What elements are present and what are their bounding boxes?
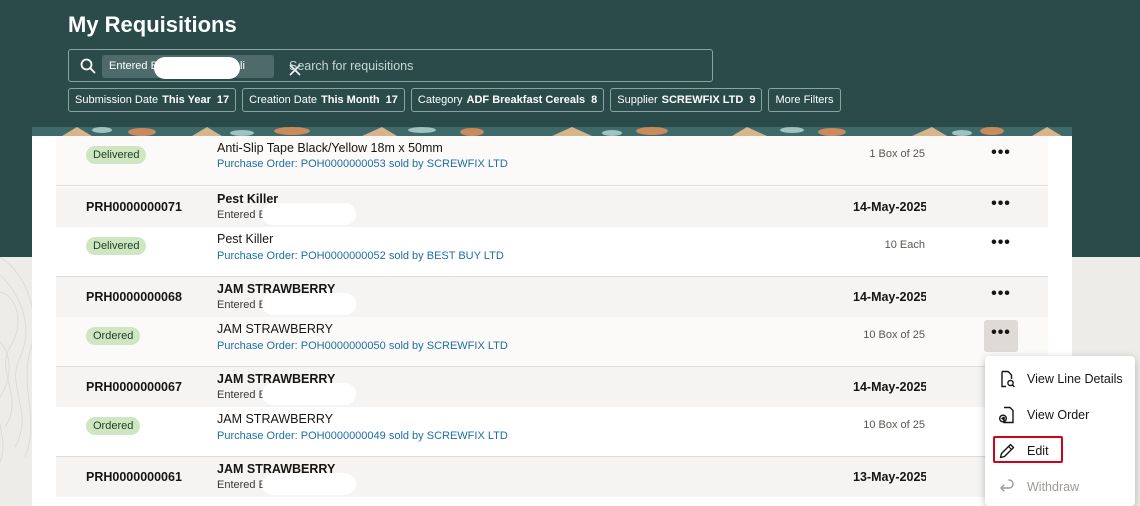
requisition-header-row[interactable]: PRH0000000067 JAM STRAWBERRY Entered B 1… [56,367,1048,407]
search-keyword-chip[interactable]: Entered B li [102,55,301,79]
line-item-title: Pest Killer [217,232,274,246]
filter-value: This Year [162,94,211,106]
more-icon: ••• [991,324,1011,341]
requisition-date: 13-May-2025 [853,470,926,484]
line-quantity: 10 Box of 25 [863,329,925,341]
redaction-mark [154,57,240,79]
requisition-date: 14-May-2025 [853,290,926,304]
row-actions-menu: View Line Details View Order Edit Withdr… [985,356,1135,506]
requisition-number[interactable]: PRH0000000071 [86,200,182,214]
requisition-date: 14-May-2025 [853,200,926,214]
filter-creation-date[interactable]: Creation Date This Month 17 [242,88,405,112]
requisitions-list: Delivered Anti-Slip Tape Black/Yellow 18… [32,136,1072,506]
more-icon: ••• [991,285,1011,302]
search-bar[interactable]: Entered B li Search for requisitions [68,49,713,82]
requisition-line-row[interactable]: Ordered JAM STRAWBERRY Purchase Order: P… [56,407,1048,457]
entered-by: Entered B [217,299,266,311]
line-quantity: 10 Each [884,239,925,251]
requisition-line-row[interactable]: Ordered JAM STRAWBERRY Purchase Order: P… [56,317,1048,367]
more-actions-button[interactable]: ••• [984,140,1018,172]
filter-count: 17 [385,94,398,106]
status-badge: Delivered [86,237,147,255]
entered-by: Entered B [217,209,266,221]
document-search-icon [1001,370,1015,388]
purchase-order-link[interactable]: Purchase Order: POH0000000049 sold by SC… [217,430,508,442]
filter-category[interactable]: Category ADF Breakfast Cereals 8 [410,88,605,112]
line-item-title: JAM STRAWBERRY [217,412,333,426]
filter-value: This Month [321,94,380,106]
search-input[interactable]: Search for requisitions [289,59,413,73]
filter-count: 8 [591,94,598,106]
more-actions-button[interactable]: ••• [984,230,1018,262]
purchase-order-link[interactable]: Purchase Order: POH0000000052 sold by BE… [217,250,504,262]
highlight-box [993,436,1063,463]
redaction-mark [262,473,356,495]
filter-bar: Submission Date This Year 17 Creation Da… [68,88,841,112]
purchase-order-link[interactable]: Purchase Order: POH0000000050 sold by SC… [217,340,508,352]
status-badge: Ordered [86,327,141,345]
filter-count: 9 [749,94,756,106]
filter-submission-date[interactable]: Submission Date This Year 17 [68,88,237,112]
menu-item-view-order[interactable]: View Order [985,400,1135,430]
requisition-number[interactable]: PRH0000000061 [86,470,182,484]
purchase-order-link[interactable]: Purchase Order: POH0000000053 sold by SC… [217,158,508,170]
filter-label: Creation Date [249,94,317,106]
more-icon: ••• [991,234,1011,251]
line-item-title: JAM STRAWBERRY [217,322,333,336]
redaction-mark [262,293,356,315]
search-chip-suffix: li [240,60,245,72]
decorative-banner [32,127,1072,136]
menu-item-label: View Line Details [1027,372,1123,386]
more-filters-label: More Filters [775,94,834,106]
redaction-mark [262,203,356,225]
requisition-header-row[interactable]: PRH0000000061 JAM STRAWBERRY Entered E 1… [56,457,1048,497]
more-icon: ••• [991,195,1011,212]
requisition-line-row[interactable]: Delivered Anti-Slip Tape Black/Yellow 18… [56,136,1048,186]
more-icon: ••• [991,144,1011,161]
menu-item-label: Withdraw [1027,480,1080,494]
more-filters-button[interactable]: More Filters [768,88,841,112]
menu-item-withdraw: Withdraw [985,472,1135,502]
status-badge: Delivered [86,146,147,164]
search-icon [80,58,96,74]
search-chip-label: Entered B [109,60,158,72]
status-badge: Ordered [86,417,141,435]
requisition-header-row[interactable]: PRH0000000071 Pest Killer Entered B 14-M… [56,187,1048,227]
page-title: My Requisitions [68,12,237,37]
document-arrow-icon [999,406,1014,424]
filter-label: Category [417,94,463,106]
more-actions-button-active[interactable]: ••• [984,320,1018,352]
undo-icon [1000,479,1014,492]
requisition-header-row[interactable]: PRH0000000068 JAM STRAWBERRY Entered B 1… [56,277,1048,317]
redaction-mark [262,383,356,405]
menu-item-view-line-details[interactable]: View Line Details [985,364,1135,394]
requisition-number[interactable]: PRH0000000068 [86,290,182,304]
filter-value: SCREWFIX LTD [661,94,744,106]
line-item-title: Anti-Slip Tape Black/Yellow 18m x 50mm [217,141,443,155]
more-actions-button[interactable]: ••• [984,191,1018,223]
requisition-date: 14-May-2025 [853,380,926,394]
requisition-number[interactable]: PRH0000000067 [86,380,182,394]
line-quantity: 10 Box of 25 [863,419,925,431]
filter-count: 17 [216,94,230,106]
filter-supplier[interactable]: Supplier SCREWFIX LTD 9 [610,88,763,112]
more-actions-button[interactable]: ••• [984,281,1018,313]
filter-label: Supplier [617,94,658,106]
entered-by: Entered E [217,479,266,491]
requisition-line-row[interactable]: Delivered Pest Killer Purchase Order: PO… [56,227,1048,277]
menu-item-label: View Order [1027,408,1090,422]
filter-label: Submission Date [75,94,159,106]
filter-value: ADF Breakfast Cereals [466,94,586,106]
entered-by: Entered B [217,389,266,401]
line-quantity: 1 Box of 25 [869,148,925,160]
